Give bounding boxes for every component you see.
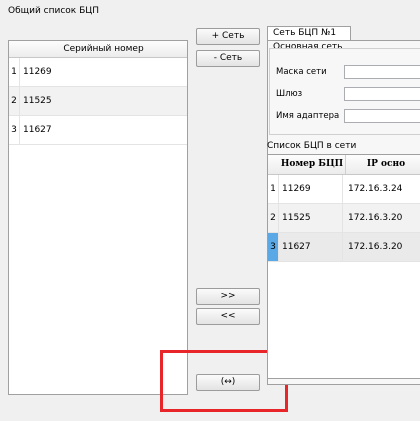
serial-cell[interactable]: 11627: [23, 116, 52, 144]
adapter-label: Имя адаптера: [276, 111, 340, 121]
tab-network-1[interactable]: Сеть БЦП №1: [267, 26, 351, 41]
network-list-table[interactable]: Номер БЦП IP осно 1 11269 172.16.3.24 2 …: [267, 154, 420, 379]
number-column-header[interactable]: Номер БЦП: [279, 155, 346, 174]
row-number: 1: [268, 175, 279, 203]
row-number: 1: [9, 58, 20, 86]
table-row-selected[interactable]: 3 11627 172.16.3.20: [268, 233, 420, 262]
serial-cell[interactable]: 11525: [23, 87, 52, 115]
ip-cell[interactable]: 172.16.3.20: [348, 204, 420, 232]
row-number-selected: 3: [268, 233, 279, 261]
serial-cell[interactable]: 11269: [23, 58, 52, 86]
table-row[interactable]: 3 11627: [9, 116, 187, 145]
remove-network-button[interactable]: - Сеть: [196, 50, 260, 67]
row-number: 2: [9, 87, 20, 115]
gateway-label: Шлюз: [276, 89, 303, 99]
table-row[interactable]: 1 11269: [9, 58, 187, 87]
ip-cell[interactable]: 172.16.3.24: [348, 175, 420, 203]
serial-column-header[interactable]: Серийный номер: [20, 41, 187, 57]
add-network-button[interactable]: + Сеть: [196, 28, 260, 45]
row-number: 3: [9, 116, 20, 144]
overall-list-title: Общий список БЦП: [8, 6, 100, 16]
table-row[interactable]: 2 11525: [9, 87, 187, 116]
mask-label: Маска сети: [276, 67, 327, 77]
gateway-field[interactable]: [344, 87, 420, 101]
ip-column-header[interactable]: IP осно: [346, 155, 420, 174]
row-number: 2: [268, 204, 279, 232]
overall-list-header[interactable]: Серийный номер: [9, 41, 187, 58]
move-right-button[interactable]: >>: [196, 288, 260, 305]
network-list-header[interactable]: Номер БЦП IP осно: [268, 155, 420, 175]
adapter-field[interactable]: [344, 109, 420, 123]
table-row[interactable]: 1 11269 172.16.3.24: [268, 175, 420, 204]
table-row[interactable]: 2 11525 172.16.3.20: [268, 204, 420, 233]
overall-list-table[interactable]: Серийный номер 1 11269 2 11525 3 11627: [8, 40, 188, 395]
bcp-number-cell[interactable]: 11525: [282, 204, 343, 232]
mask-field[interactable]: [344, 65, 420, 79]
ip-cell[interactable]: 172.16.3.20: [348, 233, 420, 261]
bcp-number-cell[interactable]: 11627: [282, 233, 343, 261]
move-left-button[interactable]: <<: [196, 308, 260, 325]
network-list-title: Список БЦП в сети: [267, 141, 357, 151]
bcp-number-cell[interactable]: 11269: [282, 175, 343, 203]
